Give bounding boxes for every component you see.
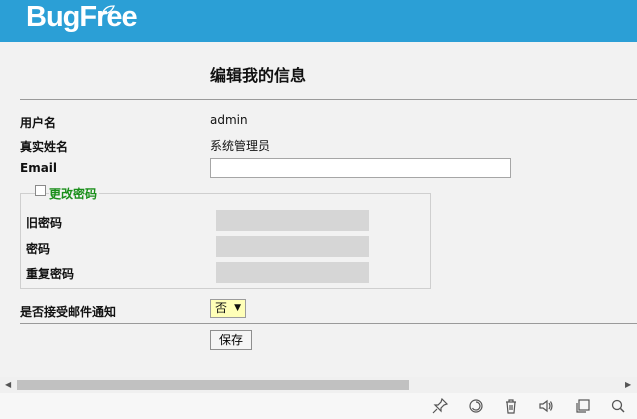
realname-label: 真实姓名 <box>20 140 69 154</box>
scrollbar-thumb[interactable] <box>17 380 409 390</box>
password-field[interactable] <box>216 236 369 257</box>
speaker-icon[interactable] <box>538 398 554 414</box>
username-label: 用户名 <box>20 116 57 130</box>
repeat-password-label: 重复密码 <box>26 267 75 281</box>
save-button[interactable]: 保存 <box>210 330 252 350</box>
refresh-icon[interactable] <box>468 398 484 414</box>
bottom-toolbar <box>0 393 637 419</box>
title-divider <box>20 99 637 100</box>
window-icon[interactable] <box>575 398 591 414</box>
password-label: 密码 <box>26 242 51 256</box>
horizontal-scrollbar[interactable]: ◀ ▶ <box>0 377 637 393</box>
realname-value: 系统管理员 <box>210 139 271 153</box>
email-label: Email <box>20 161 58 175</box>
bugfree-logo[interactable]: BugFree <box>26 1 138 34</box>
app-header: BugFree <box>0 0 637 42</box>
notify-select[interactable]: 否 ▼ <box>210 299 246 318</box>
search-icon[interactable] <box>610 398 626 414</box>
change-password-label[interactable]: 更改密码 <box>49 185 100 202</box>
notify-select-value: 否 <box>215 301 228 315</box>
username-value: admin <box>210 113 248 127</box>
dropdown-arrow-icon: ▼ <box>234 303 241 313</box>
repeat-password-field[interactable] <box>216 262 369 283</box>
page-title: 编辑我的信息 <box>210 66 307 85</box>
scroll-right-icon[interactable]: ▶ <box>625 380 631 389</box>
pin-icon[interactable] <box>432 398 448 414</box>
notify-label: 是否接受邮件通知 <box>20 305 117 319</box>
email-field[interactable] <box>210 158 511 178</box>
change-password-checkbox[interactable] <box>35 185 46 196</box>
old-password-field[interactable] <box>216 210 369 231</box>
trash-icon[interactable] <box>503 398 519 414</box>
form-divider <box>20 323 637 324</box>
scroll-left-icon[interactable]: ◀ <box>5 380 11 389</box>
old-password-label: 旧密码 <box>26 216 63 230</box>
leaf-icon <box>101 5 115 15</box>
